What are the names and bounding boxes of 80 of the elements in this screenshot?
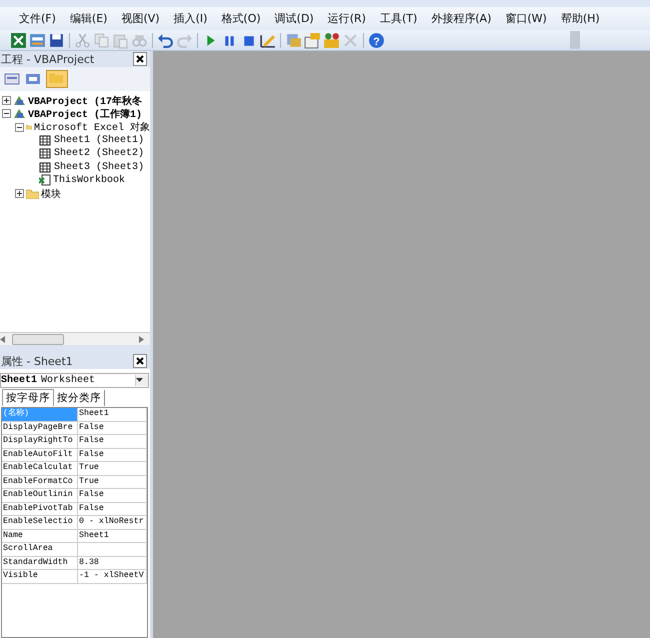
right-arrow-icon[interactable]	[139, 336, 144, 342]
horizontal-scrollbar[interactable]	[0, 332, 150, 345]
sheet-icon	[39, 162, 52, 173]
close-icon	[136, 55, 144, 63]
form-icon[interactable]	[29, 32, 46, 48]
property-name[interactable]: StandardWidth	[2, 556, 78, 569]
property-name[interactable]: Name	[2, 530, 78, 542]
undo-icon[interactable]	[157, 32, 174, 48]
menu-item[interactable]: 工具(T)	[372, 11, 424, 26]
property-value[interactable]: Sheet1	[78, 408, 147, 420]
property-value[interactable]: False	[78, 502, 147, 515]
menu-item[interactable]: 格式(O)	[214, 11, 268, 26]
property-name[interactable]: EnableSelectio	[2, 516, 78, 528]
panel-title: 属性 - Sheet1	[1, 354, 73, 368]
folder-toggle-button[interactable]	[46, 70, 68, 88]
tree-item[interactable]: VBAProject (17年秋冬	[28, 94, 142, 108]
menu-item[interactable]: 帮助(H)	[554, 11, 607, 26]
collapse-icon[interactable]	[2, 109, 11, 118]
sheet-icon	[39, 148, 52, 160]
tab[interactable]: 按分类序	[54, 390, 105, 406]
shapes-icon[interactable]	[323, 32, 340, 48]
folder-icon	[26, 188, 39, 199]
expand-icon[interactable]	[15, 189, 24, 198]
property-value[interactable]: True	[78, 476, 147, 488]
menu-item[interactable]: 运行(R)	[320, 11, 373, 26]
property-value[interactable]: False	[78, 448, 147, 461]
tree-item[interactable]: Microsoft Excel 对象	[34, 120, 150, 134]
card-icon[interactable]	[304, 32, 321, 48]
project-icon	[13, 95, 26, 106]
tree-item[interactable]: Sheet2 (Sheet2)	[54, 148, 144, 160]
tree-item[interactable]: Sheet3 (Sheet3)	[54, 162, 144, 173]
tree-item[interactable]: VBAProject (工作簿1)	[28, 106, 142, 121]
folder-icon	[49, 72, 63, 83]
property-value[interactable]: 8.38	[78, 556, 147, 569]
property-value[interactable]: True	[78, 462, 147, 474]
workbook-icon	[39, 174, 51, 186]
save-icon[interactable]	[48, 32, 65, 48]
view-object-icon[interactable]	[25, 72, 41, 86]
left-arrow-icon[interactable]	[0, 336, 5, 342]
property-value[interactable]: 0 - xlNoRestr	[78, 516, 147, 528]
tree-item[interactable]: ThisWorkbook	[53, 174, 126, 186]
close-button[interactable]	[133, 354, 147, 368]
property-name[interactable]: EnablePivotTab	[2, 502, 78, 515]
property-name[interactable]: DisplayPageBre	[2, 422, 78, 434]
property-value[interactable]: False	[78, 422, 147, 434]
property-value[interactable]: -1 - xlSheetV	[78, 570, 147, 582]
property-name[interactable]: EnableOutlinin	[2, 489, 78, 502]
tree-item[interactable]: 模块	[41, 186, 61, 201]
help-icon[interactable]: ?	[368, 32, 385, 48]
menu-item[interactable]: 插入(I)	[166, 11, 214, 26]
menu-item[interactable]: 调试(D)	[268, 11, 321, 26]
panel-title: 工程 - VBAProject	[1, 52, 94, 66]
menu-item[interactable]: 视图(V)	[114, 11, 167, 26]
menu-item[interactable]: 窗口(W)	[498, 11, 554, 26]
dropdown-arrow-icon[interactable]	[136, 378, 143, 382]
collapse-icon[interactable]	[15, 122, 24, 132]
property-name[interactable]: DisplayRightTo	[2, 435, 78, 448]
project-icon	[13, 108, 26, 120]
sheet-icon	[39, 135, 52, 146]
tree-item[interactable]: Sheet1 (Sheet1)	[54, 135, 144, 146]
property-name[interactable]: Visible	[2, 570, 78, 582]
menu-item[interactable]: 文件(F)	[12, 11, 63, 26]
view-code-icon[interactable]	[4, 72, 20, 86]
object-dropdown[interactable]: Sheet1 Worksheet	[0, 373, 149, 388]
close-button[interactable]	[133, 52, 147, 66]
property-value[interactable]: False	[78, 435, 147, 448]
property-name[interactable]: EnableFormatCo	[2, 476, 78, 488]
windows-icon[interactable]	[285, 32, 302, 48]
property-value[interactable]: Sheet1	[78, 530, 147, 542]
close-icon	[136, 357, 144, 365]
property-value[interactable]: False	[78, 489, 147, 502]
property-name[interactable]: EnableAutoFilt	[2, 448, 78, 461]
menu-item[interactable]: 外接程序(A)	[424, 11, 498, 26]
grid-icon[interactable]	[10, 32, 27, 48]
property-name[interactable]: ScrollArea	[2, 543, 78, 556]
tab[interactable]: 按字母序	[2, 389, 54, 406]
menu-item[interactable]: 编辑(E)	[62, 11, 114, 26]
property-name[interactable]: EnableCalculat	[2, 462, 78, 474]
expand-icon[interactable]	[2, 96, 11, 106]
folder-icon	[26, 122, 32, 132]
